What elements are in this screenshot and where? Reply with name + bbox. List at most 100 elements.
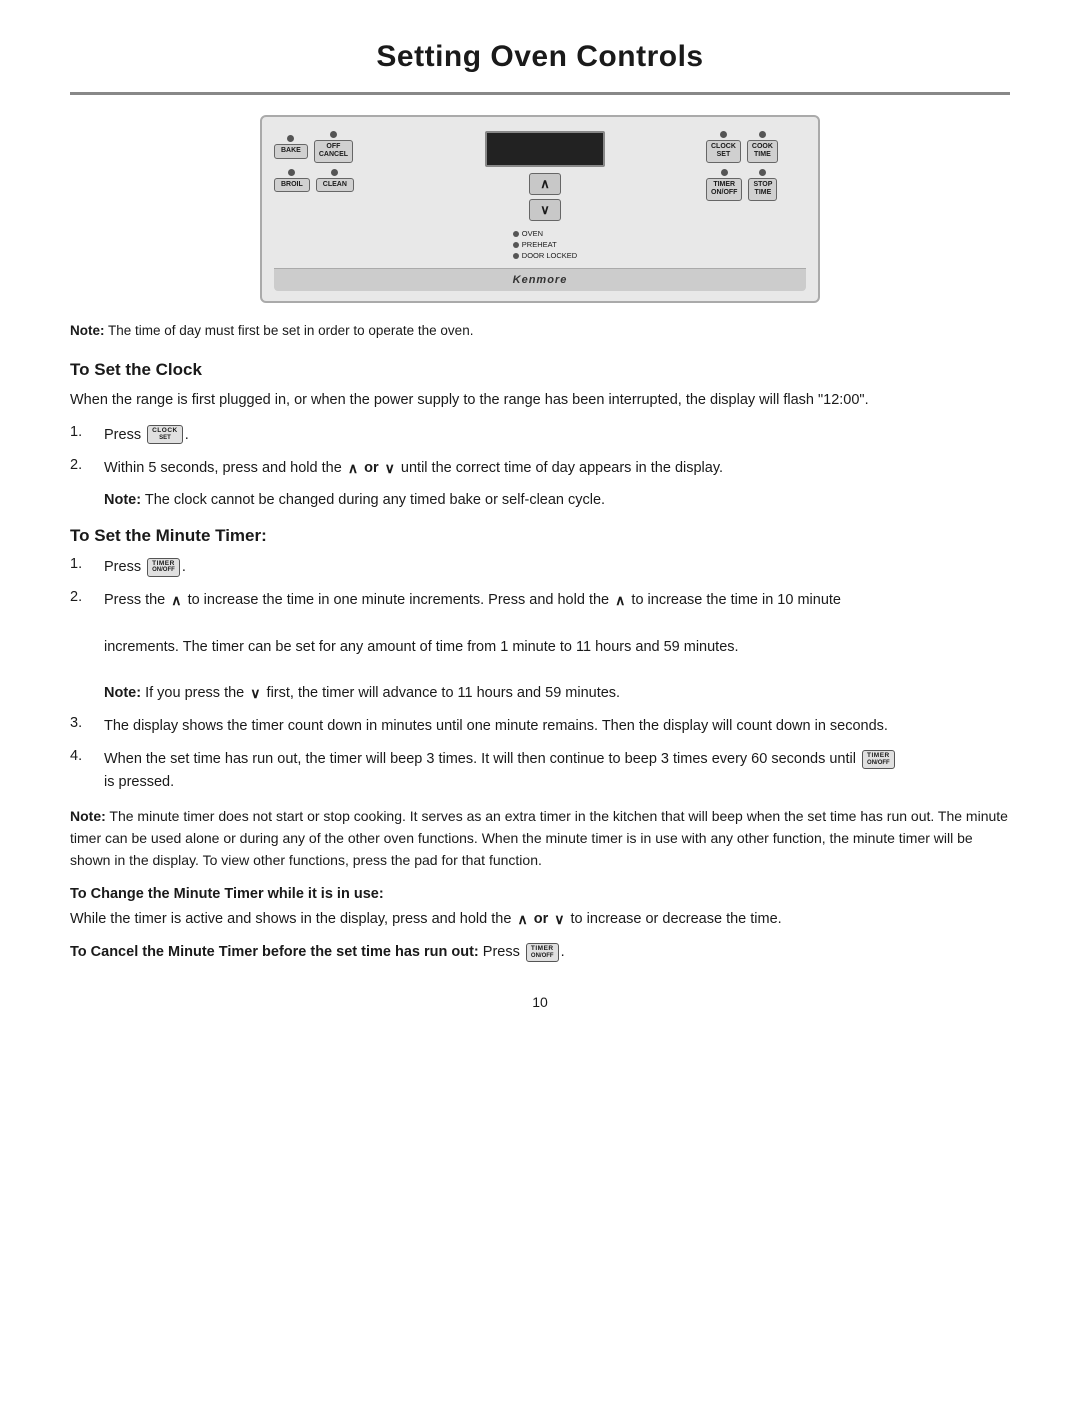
up-arrow-inline: ∧ <box>348 457 358 479</box>
stop-time-button-group: STOPTIME <box>748 169 777 201</box>
preheat-indicator: PREHEAT <box>513 240 577 249</box>
set-clock-section-title: To Set the Clock <box>70 360 1010 380</box>
set-clock-note: Note: The clock cannot be changed during… <box>104 490 1010 512</box>
off-cancel-btn: OFFCANCEL <box>314 140 353 163</box>
left-buttons: BAKE OFFCANCEL BROIL CLEAN <box>274 131 384 192</box>
timer-step-2-content: Press the ∧ to increase the time in one … <box>104 589 1010 705</box>
down-arrow-inline: ∨ <box>385 457 395 479</box>
arrow-buttons: ∧ ∨ <box>529 173 561 221</box>
timer-up-arrow: ∧ <box>171 589 181 611</box>
timer-step-2-note-text: If you press the <box>145 685 244 701</box>
up-arrow-btn: ∧ <box>529 173 561 195</box>
step-1-press-label: Press <box>104 427 141 443</box>
off-cancel-button-group: OFFCANCEL <box>314 131 353 163</box>
step-2-suffix: until the correct time of day appears in… <box>401 460 723 476</box>
timer-step-2: 2. Press the ∧ to increase the time in o… <box>70 589 1010 705</box>
timer-step-1-num: 1. <box>70 556 94 572</box>
timer-onoff-inline-btn: TIMER ON/OFF <box>147 558 180 577</box>
clock-set-button-group: CLOCKSET <box>706 131 741 163</box>
cancel-timer-line: To Cancel the Minute Timer before the se… <box>70 941 1010 964</box>
timer-btn: TIMERON/OFF <box>706 178 742 201</box>
cook-time-btn: COOKTIME <box>747 140 778 163</box>
cancel-timer-bold-text: To Cancel the Minute Timer before the se… <box>70 944 479 960</box>
step-1-content: Press CLOCK SET . <box>104 424 1010 447</box>
oven-panel: BAKE OFFCANCEL BROIL CLEAN <box>260 115 820 303</box>
step-2-or: or <box>364 460 379 476</box>
timer-step-3-num: 3. <box>70 715 94 731</box>
note-bottom-label: Note: <box>70 808 106 824</box>
timer-step-2-text: Press the <box>104 592 165 608</box>
kenmore-brand: Kenmore <box>274 268 806 291</box>
clock-btn-label-bottom: SET <box>159 435 171 442</box>
change-timer-text-part1: While the timer is active and shows in t… <box>70 911 511 927</box>
down-arrow-btn: ∨ <box>529 199 561 221</box>
timer-onoff-inline-btn-2: TIMER ON/OFF <box>862 750 895 769</box>
bake-button-group: BAKE <box>274 135 308 158</box>
set-clock-step-2: 2. Within 5 seconds, press and hold the … <box>70 457 1010 480</box>
set-clock-intro: When the range is first plugged in, or w… <box>70 390 1010 412</box>
bake-btn: BAKE <box>274 144 308 158</box>
stop-time-btn: STOPTIME <box>748 178 777 201</box>
note-top: Note: The time of day must first be set … <box>70 319 1010 342</box>
timer-step-3-content: The display shows the timer count down i… <box>104 715 1010 738</box>
timer-step-1: 1. Press TIMER ON/OFF . <box>70 556 1010 579</box>
step-2-text: Within 5 seconds, press and hold the <box>104 460 342 476</box>
timer-step-4: 4. When the set time has run out, the ti… <box>70 748 1010 794</box>
change-timer-up-arrow: ∧ <box>517 908 527 930</box>
page-title: Setting Oven Controls <box>70 40 1010 74</box>
timer-step-2-text4: increments. The timer can be set for any… <box>104 639 739 655</box>
clock-set-inline-btn: CLOCK SET <box>147 425 183 444</box>
timer-step-4-suffix: is pressed. <box>104 774 174 790</box>
timer-btn-label-top: TIMER <box>152 560 175 568</box>
clock-set-btn: CLOCKSET <box>706 140 741 163</box>
step-2-content: Within 5 seconds, press and hold the ∧ o… <box>104 457 1010 480</box>
timer-step-3: 3. The display shows the timer count dow… <box>70 715 1010 738</box>
change-timer-down-arrow: ∨ <box>554 908 564 930</box>
set-clock-note-label: Note: <box>104 492 141 508</box>
timer-up-arrow2: ∧ <box>615 589 625 611</box>
timer-step-2-note-text2: first, the timer will advance to 11 hour… <box>267 685 621 701</box>
oven-center: ∧ ∨ OVEN PREHEAT DOOR LOCKED <box>392 131 698 260</box>
clean-button-group: CLEAN <box>316 169 354 192</box>
timer-step-2-note-label: Note: <box>104 685 141 701</box>
timer-step-1-press: Press <box>104 559 141 575</box>
timer-step-4-text: When the set time has run out, the timer… <box>104 751 856 767</box>
timer-step-4-num: 4. <box>70 748 94 764</box>
change-timer-text-part2: to increase or decrease the time. <box>571 911 782 927</box>
indicator-row: OVEN PREHEAT DOOR LOCKED <box>513 229 577 260</box>
oven-display <box>485 131 605 167</box>
page-number: 10 <box>70 994 1010 1010</box>
change-timer-or: or <box>534 911 549 927</box>
timer-step-2-num: 2. <box>70 589 94 605</box>
cook-time-button-group: COOKTIME <box>747 131 778 163</box>
timer-step-1-content: Press TIMER ON/OFF . <box>104 556 1010 579</box>
broil-btn: BROIL <box>274 178 310 192</box>
timer-button-group: TIMERON/OFF <box>706 169 742 201</box>
note-bottom-text: The minute timer does not start or stop … <box>70 808 1008 869</box>
top-divider <box>70 92 1010 95</box>
note-top-label: Note: <box>70 323 105 338</box>
cancel-timer-press: Press <box>483 944 524 960</box>
change-timer-text: While the timer is active and shows in t… <box>70 908 1010 931</box>
broil-button-group: BROIL <box>274 169 310 192</box>
timer-step-2-text3: to increase the time in 10 minute <box>631 592 841 608</box>
step-1-num: 1. <box>70 424 94 440</box>
oven-diagram: BAKE OFFCANCEL BROIL CLEAN <box>70 115 1010 303</box>
timer-btn-label-bottom: ON/OFF <box>152 567 175 574</box>
set-minute-timer-section-title: To Set the Minute Timer: <box>70 526 1010 546</box>
timer-step-2-text2: to increase the time in one minute incre… <box>188 592 610 608</box>
change-timer-subheading: To Change the Minute Timer while it is i… <box>70 886 1010 902</box>
timer-down-arrow-note: ∨ <box>250 682 260 704</box>
oven-indicator: OVEN <box>513 229 577 238</box>
note-top-text: The time of day must first be set in ord… <box>108 323 473 338</box>
clock-btn-label-top: CLOCK <box>152 427 178 435</box>
set-clock-note-text: The clock cannot be changed during any t… <box>145 492 605 508</box>
door-locked-indicator: DOOR LOCKED <box>513 251 577 260</box>
timer-step-4-content: When the set time has run out, the timer… <box>104 748 1010 794</box>
step-2-num: 2. <box>70 457 94 473</box>
right-buttons: CLOCKSET COOKTIME TIMERON/OFF STOPTIME <box>706 131 806 201</box>
set-clock-step-1: 1. Press CLOCK SET . <box>70 424 1010 447</box>
clean-btn: CLEAN <box>316 178 354 192</box>
note-bottom: Note: The minute timer does not start or… <box>70 805 1010 872</box>
cancel-timer-btn: TIMER ON/OFF <box>526 943 559 962</box>
